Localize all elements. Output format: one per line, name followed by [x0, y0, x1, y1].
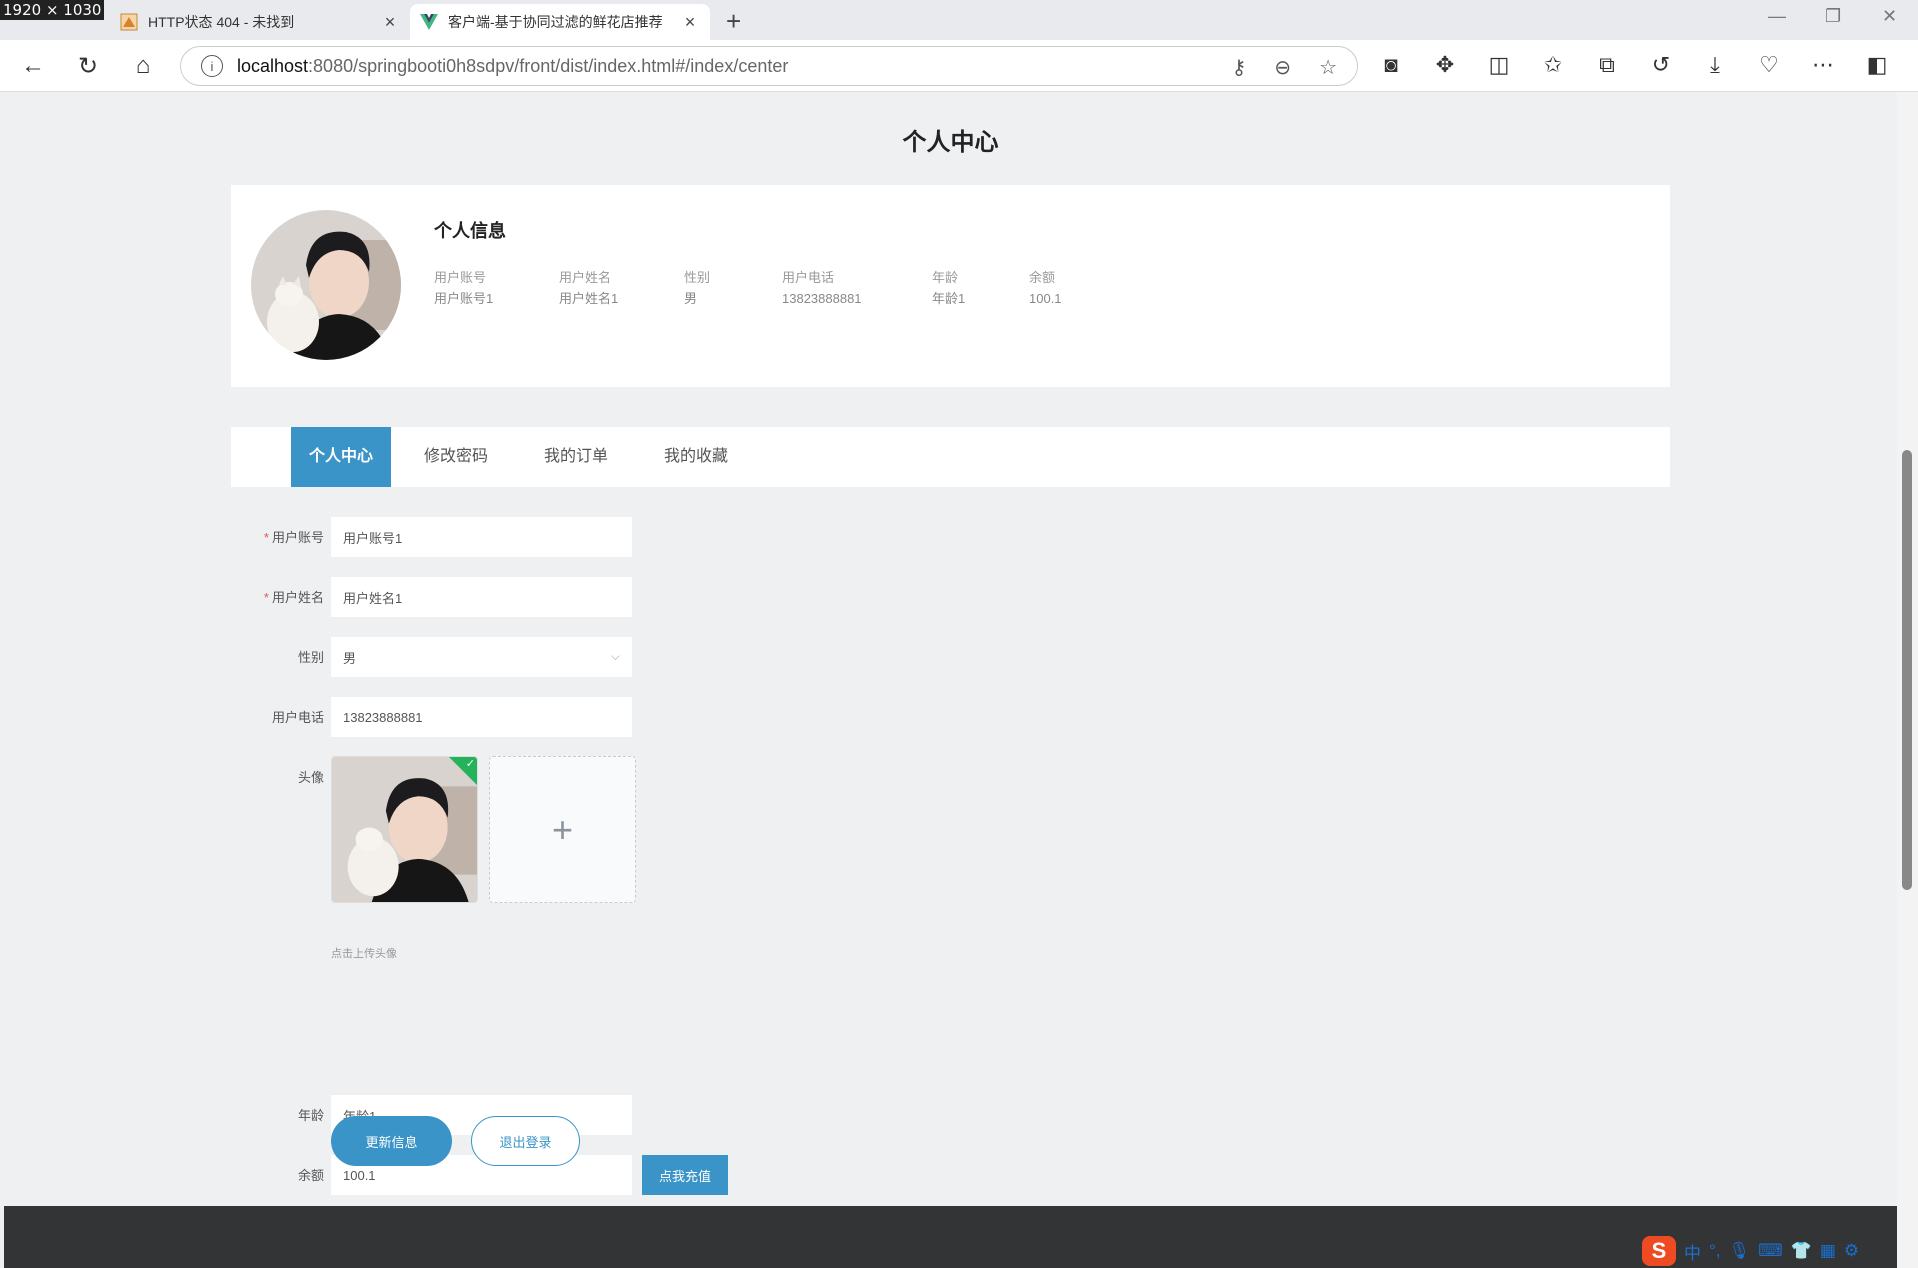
info-label: 用户姓名: [559, 270, 612, 285]
address-toolbar: ← ↻ ⌂ i localhost:8080/springbooti0h8sdp…: [0, 40, 1918, 92]
info-value: 用户账号1: [434, 291, 494, 306]
avatar-upload-button[interactable]: +: [489, 756, 636, 903]
chevron-down-icon: ⌵: [610, 649, 620, 663]
key-icon[interactable]: ⚷: [1232, 55, 1247, 80]
tomcat-icon: [120, 13, 138, 31]
url-host: localhost: [237, 55, 309, 76]
account-input[interactable]: 用户账号1: [331, 517, 632, 557]
tab-change-password[interactable]: 修改密码: [406, 427, 506, 487]
age-label: 年龄: [297, 1108, 324, 1123]
url-path: :8080/springbooti0h8sdpv/front/dist/inde…: [308, 55, 789, 76]
name-label: * 用户姓名: [263, 590, 324, 605]
close-window-icon[interactable]: ✕: [1882, 6, 1897, 27]
gender-label: 性别: [297, 650, 324, 665]
required-star: *: [263, 590, 269, 605]
browser-tab-title: 客户端-基于协同过滤的鲜花店推荐: [448, 14, 663, 30]
account-label: * 用户账号: [263, 530, 324, 545]
ime-toolbar: S 中 °, 🎙 ⌨ 👕 ▦ ⚙: [1642, 1236, 1859, 1266]
favorites-icon[interactable]: ✩: [1540, 52, 1566, 78]
browser-tab-client[interactable]: 客户端-基于协同过滤的鲜花店推荐 ×: [410, 4, 710, 40]
browser-tab-404[interactable]: HTTP状态 404 - 未找到 ×: [110, 4, 410, 40]
gender-select[interactable]: 男 ⌵: [331, 637, 632, 677]
tab-my-orders[interactable]: 我的订单: [526, 427, 626, 487]
apps-grid-icon[interactable]: ▦: [1820, 1241, 1836, 1261]
microphone-icon[interactable]: 🎙: [1729, 1241, 1751, 1261]
history-icon[interactable]: ↺: [1648, 52, 1674, 78]
zoom-out-icon[interactable]: ⊖: [1274, 55, 1291, 80]
info-label: 用户电话: [782, 270, 835, 285]
sidebar-toggle-icon[interactable]: ◧: [1864, 52, 1890, 78]
page-title: 个人中心: [902, 129, 999, 156]
plus-icon: +: [551, 808, 574, 850]
download-icon[interactable]: ⤓: [1702, 52, 1728, 78]
info-label: 年龄: [932, 270, 959, 285]
vue-icon: [420, 13, 438, 31]
url-field[interactable]: i localhost:8080/springbooti0h8sdpv/fron…: [180, 46, 1358, 86]
name-input[interactable]: 用户姓名1: [331, 577, 632, 617]
info-value: 用户姓名1: [559, 291, 619, 306]
keyboard-icon[interactable]: ⌨: [1758, 1241, 1783, 1261]
info-balance: 余额 100.1: [1029, 267, 1062, 309]
page-footer: [4, 1206, 1897, 1268]
scrollbar-thumb[interactable]: [1902, 450, 1912, 890]
profile-card-heading: 个人信息: [434, 221, 506, 241]
refresh-icon[interactable]: ↻: [73, 52, 103, 81]
tab-my-favorites[interactable]: 我的收藏: [646, 427, 746, 487]
check-icon: ✓: [465, 758, 475, 770]
browser-tab-bar: HTTP状态 404 - 未找到 × 客户端-基于协同过滤的鲜花店推荐 × + …: [0, 0, 1918, 40]
phone-input[interactable]: 13823888881: [331, 697, 632, 737]
profile-info-card: 个人信息 用户账号 用户账号1 用户姓名 用户姓名1 性别 男 用户电话 138…: [231, 185, 1670, 387]
site-info-icon[interactable]: i: [201, 55, 223, 77]
back-icon[interactable]: ←: [18, 52, 48, 80]
info-label: 余额: [1029, 270, 1056, 285]
close-tab-icon[interactable]: ×: [380, 12, 400, 33]
info-value: 男: [684, 291, 698, 306]
browser-tab-title: HTTP状态 404 - 未找到: [148, 14, 295, 30]
phone-label: 用户电话: [271, 710, 324, 725]
uploaded-avatar-thumbnail[interactable]: ✓: [331, 756, 478, 903]
restore-icon[interactable]: ❐: [1825, 6, 1841, 27]
upload-tip: 点击上传头像: [331, 948, 397, 960]
info-gender: 性别 男: [684, 267, 710, 309]
home-icon[interactable]: ⌂: [128, 52, 158, 80]
avatar: [251, 210, 401, 360]
new-tab-icon[interactable]: +: [726, 6, 741, 37]
screen-size-badge: 1920 × 1030: [0, 0, 105, 20]
update-info-button[interactable]: 更新信息: [331, 1116, 452, 1166]
sogou-ime-logo-icon[interactable]: S: [1642, 1236, 1676, 1266]
extensions-icon[interactable]: ✥: [1432, 52, 1458, 78]
split-screen-icon[interactable]: ◫: [1486, 52, 1512, 78]
info-value: 年龄1: [932, 291, 966, 306]
logout-button[interactable]: 退出登录: [471, 1116, 580, 1166]
more-menu-icon[interactable]: ⋯: [1810, 52, 1836, 78]
info-value: 13823888881: [782, 291, 862, 306]
tab-personal-center[interactable]: 个人中心: [291, 427, 391, 487]
gender-select-value: 男: [343, 650, 357, 666]
minimize-icon[interactable]: —: [1768, 6, 1786, 27]
profile-switch-icon[interactable]: ◙: [1378, 52, 1404, 78]
page-viewport: 个人中心 个人信息 用户账号 用户账号1 用户姓名 用户姓名1 性别 男 用户电…: [4, 92, 1897, 1268]
close-tab-icon[interactable]: ×: [680, 12, 700, 33]
favorite-star-icon[interactable]: ☆: [1319, 55, 1337, 80]
center-tabs: 个人中心 修改密码 我的订单 我的收藏: [231, 427, 1670, 487]
settings-icon[interactable]: ⚙: [1844, 1241, 1859, 1261]
balance-label: 余额: [297, 1168, 324, 1183]
skin-icon[interactable]: 👕: [1791, 1241, 1812, 1261]
info-value: 100.1: [1029, 291, 1062, 306]
browser-essentials-icon[interactable]: ♡: [1756, 52, 1782, 78]
info-label: 用户账号: [434, 270, 487, 285]
ime-chinese-mode-icon[interactable]: 中: [1684, 1239, 1701, 1264]
info-phone: 用户电话 13823888881: [782, 267, 862, 309]
required-star: *: [263, 530, 269, 545]
collections-icon[interactable]: ⧉: [1594, 52, 1620, 78]
info-label: 性别: [684, 270, 711, 285]
recharge-button[interactable]: 点我充值: [642, 1155, 728, 1195]
info-name: 用户姓名 用户姓名1: [559, 267, 618, 309]
info-age: 年龄 年龄1: [932, 267, 965, 309]
avatar-label: 头像: [297, 770, 324, 785]
info-account: 用户账号 用户账号1: [434, 267, 493, 309]
ime-punctuation-icon[interactable]: °,: [1709, 1241, 1721, 1261]
